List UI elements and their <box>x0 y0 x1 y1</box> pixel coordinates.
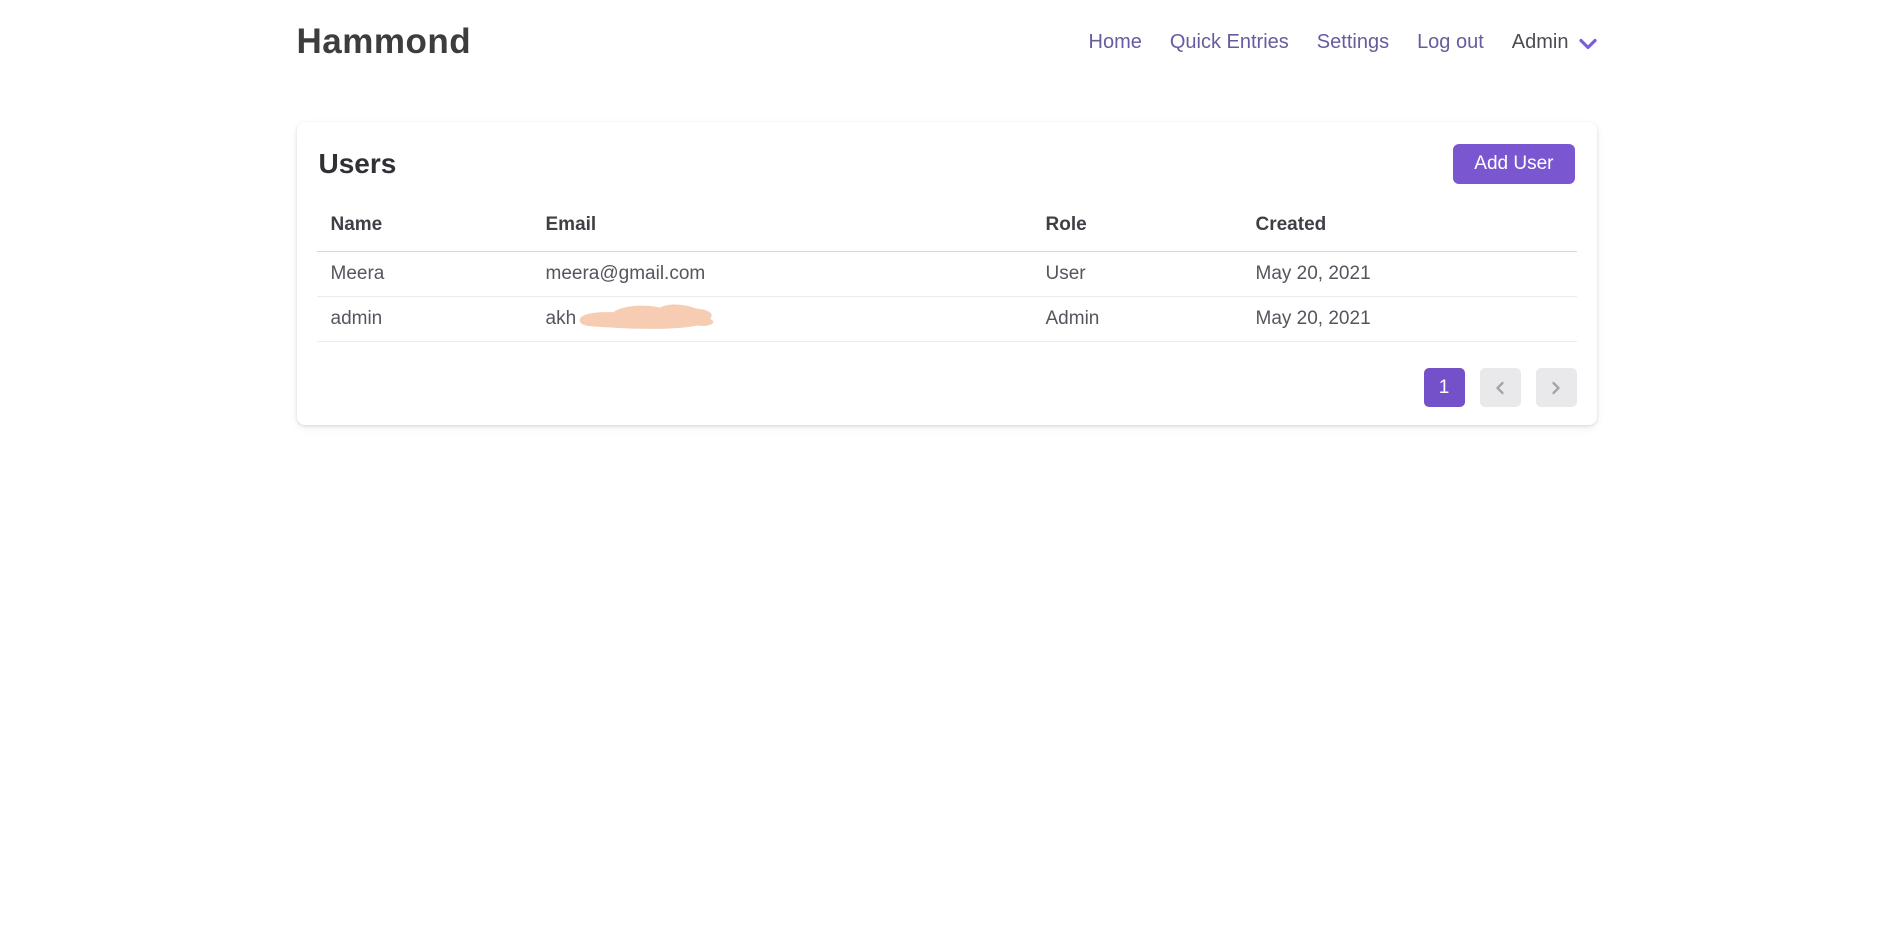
nav-link-home[interactable]: Home <box>1089 31 1142 54</box>
chevron-left-icon <box>1494 381 1506 395</box>
pagination-next-button[interactable] <box>1536 368 1577 407</box>
cell-name: admin <box>317 297 532 342</box>
cell-role: User <box>1032 252 1242 297</box>
top-header: Hammond Home Quick Entries Settings Log … <box>0 0 1893 62</box>
column-header-email: Email <box>532 196 1032 252</box>
chevron-down-icon <box>1579 38 1597 50</box>
pagination-page-1-button[interactable]: 1 <box>1424 368 1465 407</box>
cell-created: May 20, 2021 <box>1242 252 1577 297</box>
table-header-row: Name Email Role Created <box>317 196 1577 252</box>
account-menu-toggle[interactable]: Admin <box>1512 31 1597 54</box>
table-row: Meera meera@gmail.com User May 20, 2021 <box>317 252 1577 297</box>
chevron-right-icon <box>1550 381 1562 395</box>
brand-logo[interactable]: Hammond <box>297 22 472 62</box>
column-header-created: Created <box>1242 196 1577 252</box>
nav-link-logout[interactable]: Log out <box>1417 31 1484 54</box>
page-title: Users <box>319 148 397 180</box>
nav-link-quick-entries[interactable]: Quick Entries <box>1170 31 1289 54</box>
nav-link-settings[interactable]: Settings <box>1317 31 1389 54</box>
cell-email-visible-text: akh <box>546 308 577 329</box>
add-user-button[interactable]: Add User <box>1453 144 1574 184</box>
users-card: Users Add User Name Email Role Created M… <box>297 122 1597 425</box>
redaction-scribble <box>567 301 725 333</box>
users-table: Name Email Role Created Meera meera@gmai… <box>317 196 1577 342</box>
cell-created: May 20, 2021 <box>1242 297 1577 342</box>
column-header-name: Name <box>317 196 532 252</box>
main-content: Users Add User Name Email Role Created M… <box>297 122 1597 425</box>
main-nav: Home Quick Entries Settings Log out Admi… <box>1089 31 1597 54</box>
cell-email: akh <box>532 297 1032 342</box>
pagination: 1 <box>317 368 1577 409</box>
table-row: admin akh Admin May 20, 2021 <box>317 297 1577 342</box>
column-header-role: Role <box>1032 196 1242 252</box>
cell-email: meera@gmail.com <box>532 252 1032 297</box>
account-name: Admin <box>1512 31 1569 54</box>
cell-name: Meera <box>317 252 532 297</box>
pagination-prev-button[interactable] <box>1480 368 1521 407</box>
cell-role: Admin <box>1032 297 1242 342</box>
